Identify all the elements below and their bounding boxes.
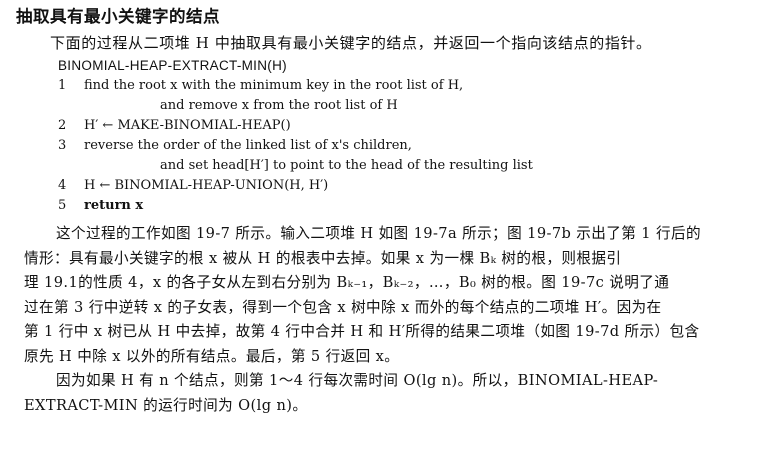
line-number: 4 [58,178,67,193]
paragraph-line: EXTRACT-MIN 的运行时间为 O(lg n)。 [24,396,308,414]
section-heading: 抽取具有最小关键字的结点 [16,7,220,26]
document-page: 抽取具有最小关键字的结点 下面的过程从二项堆 H 中抽取具有最小关键字的结点，并… [0,0,772,450]
paragraph-line: 这个过程的工作如图 19-7 所示。输入二项堆 H 如图 19-7a 所示；图 … [56,225,702,242]
runtime-paragraph: 因为如果 H 有 n 个结点，则第 1～4 行每次需时间 O(lg n)。所以，… [10,369,762,418]
paragraph-line: 原先 H 中除 x 以外的所有结点。最后，第 5 行返回 x。 [24,347,400,365]
paragraph-line: 情形：具有最小关键字的根 x 被从 H 的根表中去掉。如果 x 为一棵 Bₖ 树… [24,249,622,267]
paragraph-line: 理 19.1的性质 4，x 的各子女从左到右分别为 Bₖ₋₁，Bₖ₋₂，…，B₀… [24,274,670,291]
line-text: find the root x with the minimum key in … [84,78,464,93]
intro-paragraph: 下面的过程从二项堆 H 中抽取具有最小关键字的结点，并返回一个指向该结点的指针。 [50,34,652,52]
pseudocode-block: BINOMIAL-HEAP-EXTRACT-MIN(H) 1 find the … [58,56,762,216]
line-number: 1 [58,78,67,93]
paragraph-line: 过在第 3 行中逆转 x 的子女表，得到一个包含 x 树中除 x 而外的每个结点… [24,298,662,316]
line-number: 3 [58,138,67,153]
paragraph-line: 因为如果 H 有 n 个结点，则第 1～4 行每次需时间 O(lg n)。所以，… [56,372,659,389]
line-number [58,96,84,116]
line-number [58,156,84,176]
line-text: reverse the order of the linked list of … [84,138,412,153]
pseudocode-line: and remove x from the root list of H [58,96,762,116]
pseudocode-line: 2 H′ ← MAKE-BINOMIAL-HEAP() [58,116,762,136]
pseudocode-title: BINOMIAL-HEAP-EXTRACT-MIN(H) [58,58,287,73]
pseudocode-line: and set head[H′] to point to the head of… [58,156,762,176]
pseudocode-line: 5 return x [58,196,762,216]
line-text: return x [84,198,144,213]
pseudocode-line: 3 reverse the order of the linked list o… [58,136,762,156]
pseudocode-line: 1 find the root x with the minimum key i… [58,76,762,96]
line-text: H ← BINOMIAL-HEAP-UNION(H, H′) [84,178,329,193]
line-number: 2 [58,118,67,133]
explanation-paragraph: 这个过程的工作如图 19-7 所示。输入二项堆 H 如图 19-7a 所示；图 … [10,222,762,369]
paragraph-line: 第 1 行中 x 树已从 H 中去掉，故第 4 行中合并 H 和 H′所得的结果… [24,323,700,340]
line-number: 5 [58,198,67,213]
line-text: and set head[H′] to point to the head of… [160,158,533,173]
line-text: and remove x from the root list of H [160,98,398,113]
line-text: H′ ← MAKE-BINOMIAL-HEAP() [84,118,291,133]
pseudocode-line: 4 H ← BINOMIAL-HEAP-UNION(H, H′) [58,176,762,196]
